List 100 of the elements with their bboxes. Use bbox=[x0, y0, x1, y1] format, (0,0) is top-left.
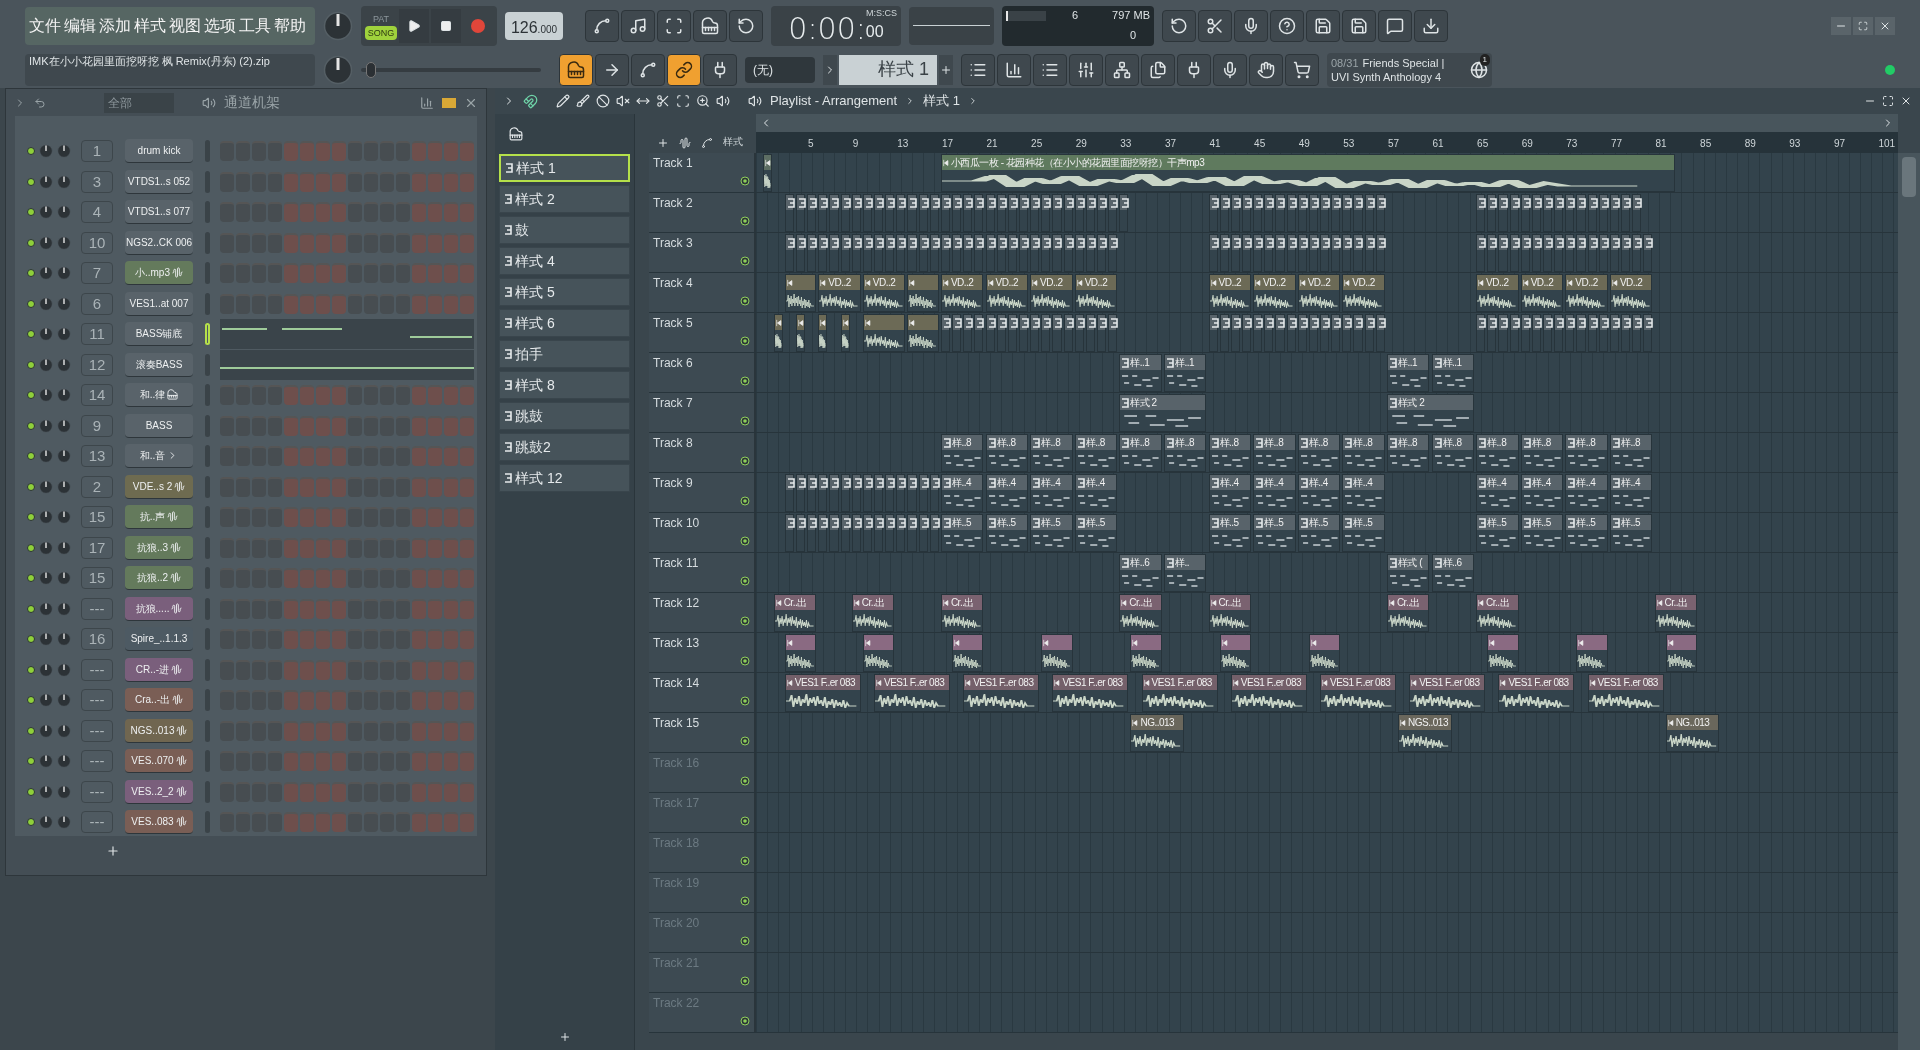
track-header[interactable]: Track 8 bbox=[649, 433, 754, 472]
channel-name-button[interactable]: VES..083 bbox=[125, 810, 193, 835]
track-lane[interactable]: 小西瓜一枚 - 花园种花（在小小的花园里面挖呀挖）干声mp3 bbox=[756, 153, 1898, 192]
playlist-clip[interactable]: 样..4 bbox=[985, 474, 1029, 512]
playlist-clip[interactable]: VD..2 bbox=[1476, 274, 1519, 312]
channel-name-button[interactable]: 抗狼..2 bbox=[125, 566, 193, 591]
playlist-clip[interactable]: Cr..出 bbox=[773, 594, 817, 632]
channel-name-button[interactable]: VDE..s 2 bbox=[125, 474, 193, 499]
mixer-track-number[interactable]: --- bbox=[81, 689, 113, 712]
playlist-clip[interactable]: 样..8 bbox=[1163, 434, 1207, 472]
channel-name-button[interactable]: VES..070 bbox=[125, 749, 193, 774]
playlist-clip[interactable]: 样..8 bbox=[940, 434, 984, 472]
news-panel[interactable]: 08/31 Friends Special | UVI Synth Anthology 4 1 bbox=[1327, 52, 1492, 87]
playlist-clip[interactable]: 样..6 bbox=[1431, 554, 1475, 592]
playlist-clip[interactable]: NGS..013 bbox=[1398, 714, 1452, 752]
pattern-breadcrumb[interactable]: 样式 1 bbox=[923, 91, 960, 111]
track-header[interactable]: Track 6 bbox=[649, 353, 754, 392]
playlist-clip[interactable]: VES1 F..er 083 bbox=[1230, 674, 1307, 712]
playlist-clip[interactable]: VD..2 bbox=[1030, 274, 1073, 312]
pattern-item[interactable]: 样式 6 bbox=[499, 309, 630, 337]
menu-item[interactable]: 工具 bbox=[239, 13, 271, 38]
playlist-clip[interactable]: Cr..出 bbox=[1654, 594, 1698, 632]
playlist-clip[interactable]: VD..2 bbox=[940, 274, 984, 312]
playlist-clip[interactable]: 样..5 bbox=[985, 514, 1029, 552]
channel-name-button[interactable]: 小..mp3 bbox=[125, 261, 193, 286]
track-lane[interactable]: VES1 F..er 083 VES1 F..er 083 VES1 F..er 083 VES1 F..er 083 VES1 F..er 083 VES1 F..er 083 VES1 F..er 083 VES1 F..er 083 VES1 F..er 083 VES1 F..er 083 bbox=[756, 673, 1898, 712]
mixer-track-number[interactable]: 10 bbox=[81, 231, 113, 254]
track-lane[interactable]: 样..6 样.. 样式 ( 样..6 bbox=[756, 553, 1898, 592]
playlist-clip[interactable]: VD..2 bbox=[1520, 274, 1564, 312]
mixer-track-number[interactable]: --- bbox=[81, 750, 113, 773]
playlist-clip[interactable]: 样..4 bbox=[1476, 474, 1519, 512]
playlist-clip[interactable]: 样..8 bbox=[1208, 434, 1252, 472]
playlist-clip[interactable]: 样..4 bbox=[1609, 474, 1653, 512]
channel-name-button[interactable]: BASS bbox=[125, 413, 193, 438]
playlist-clip[interactable]: VD..2 bbox=[818, 274, 861, 312]
mode-toggle[interactable]: PAT bbox=[365, 11, 397, 26]
playlist-clip[interactable]: VD..2 bbox=[1297, 274, 1341, 312]
playlist-clip[interactable]: 样..4 bbox=[1342, 474, 1385, 512]
playlist-clip[interactable]: 样..8 bbox=[1476, 434, 1519, 472]
playlist-clip[interactable]: 样..4 bbox=[1208, 474, 1252, 512]
playlist-clip[interactable]: VES1 F..er 083 bbox=[1141, 674, 1218, 712]
playlist-clip[interactable]: 样..8 bbox=[1297, 434, 1341, 472]
mixer-track-number[interactable]: 17 bbox=[81, 536, 113, 559]
track-lane[interactable]: 样..5 样..5 样..5 样..5 样..5 样..5 样..5 样..5 样..5 样..5 样..5 样..5 bbox=[756, 513, 1898, 552]
mixer-track-number[interactable]: 16 bbox=[81, 628, 113, 651]
playlist-clip[interactable]: 样..5 bbox=[1074, 514, 1118, 552]
playlist-clip[interactable]: 样..5 bbox=[1208, 514, 1252, 552]
channel-name-button[interactable]: 和..律 bbox=[125, 383, 193, 408]
playlist-clip[interactable]: 样..5 bbox=[1565, 514, 1608, 552]
channel-name-button[interactable]: NGS2..CK 006 bbox=[125, 230, 193, 255]
channel-name-button[interactable]: BASS铺底 bbox=[125, 322, 193, 347]
mixer-track-number[interactable]: 15 bbox=[81, 506, 113, 529]
channel-name-button[interactable]: 抗..声 bbox=[125, 505, 193, 530]
track-header[interactable]: Track 13 bbox=[649, 633, 754, 672]
playlist-clip[interactable]: 样..5 bbox=[1253, 514, 1296, 552]
time-ruler[interactable]: 5 9 13 17 21 25 29 33 37 41 45 49 53 57 61 65 69 73 77 81 85 89 93 97 101 bbox=[756, 132, 1898, 153]
pattern-item[interactable]: 样式 2 bbox=[499, 185, 630, 213]
playlist-clip[interactable]: 样..1 bbox=[1431, 354, 1475, 392]
track-header[interactable]: Track 9 bbox=[649, 473, 754, 512]
playlist-clip[interactable]: 样..4 bbox=[1520, 474, 1564, 512]
playlist-clip[interactable]: 样..1 bbox=[1163, 354, 1207, 392]
playlist-clip[interactable]: 样..5 bbox=[940, 514, 984, 552]
playlist-clip[interactable]: 样..8 bbox=[985, 434, 1029, 472]
playlist-clip[interactable]: 样..4 bbox=[1030, 474, 1073, 512]
channel-name-button[interactable]: 抗狼..... bbox=[125, 596, 193, 621]
mixer-track-number[interactable]: 6 bbox=[81, 292, 113, 315]
channel-name-button[interactable]: NGS..013 bbox=[125, 718, 193, 743]
pattern-item[interactable]: 样式 8 bbox=[499, 371, 630, 399]
playlist-clip[interactable]: 样..8 bbox=[1565, 434, 1608, 472]
menu-item[interactable]: 文件 bbox=[29, 13, 61, 38]
channel-name-button[interactable]: 和..音 bbox=[125, 444, 193, 469]
menu-item[interactable]: 选项 bbox=[204, 13, 236, 38]
track-lane[interactable]: 样..1 样..1 样..1 样..1 bbox=[756, 353, 1898, 392]
playlist-clip[interactable]: Cr..出 bbox=[1476, 594, 1519, 632]
playlist-clip[interactable]: 样..8 bbox=[1386, 434, 1430, 472]
playlist-clip[interactable]: VD..2 bbox=[1565, 274, 1608, 312]
playlist-clip[interactable]: 样..8 bbox=[1520, 434, 1564, 472]
playlist-clip[interactable]: VES1 F..er 083 bbox=[1409, 674, 1486, 712]
playlist-clip[interactable]: Cr..出 bbox=[1208, 594, 1252, 632]
playlist-clip[interactable]: VD..2 bbox=[985, 274, 1029, 312]
playlist-clip[interactable]: 样.. bbox=[1163, 554, 1207, 592]
track-header[interactable]: Track 1 bbox=[649, 153, 754, 192]
mixer-track-number[interactable]: --- bbox=[81, 658, 113, 681]
pattern-item[interactable]: 样式 5 bbox=[499, 278, 630, 306]
track-header[interactable]: Track 5 bbox=[649, 313, 754, 352]
pattern-item[interactable]: 鼓 bbox=[499, 216, 630, 244]
channel-name-button[interactable]: drum kick bbox=[125, 139, 193, 164]
playlist-clip[interactable]: VES1 F..er 083 bbox=[1498, 674, 1575, 712]
track-lane[interactable]: 样..4 样..4 样..4 样..4 样..4 样..4 样..4 样..4 样..4 样..4 样..4 样..4 bbox=[756, 473, 1898, 512]
track-lane[interactable]: 样式 2 样式 2 bbox=[756, 393, 1898, 432]
playlist-clip[interactable]: NG..013 bbox=[1130, 714, 1185, 752]
playlist-clip[interactable]: VD..2 bbox=[1074, 274, 1118, 312]
playlist-clip[interactable]: VES1 F..er 083 bbox=[874, 674, 951, 712]
playlist-clip[interactable]: VD..2 bbox=[1208, 274, 1252, 312]
mixer-track-number[interactable]: 14 bbox=[81, 384, 113, 407]
playlist-clip[interactable]: 样..5 bbox=[1609, 514, 1653, 552]
pattern-item[interactable]: 跳鼓2 bbox=[499, 433, 630, 461]
track-lane[interactable]: 样..8 样..8 样..8 样..8 样..8 样..8 样..8 样..8 样..8 样..8 样..8 样..8 样..8 样..8 样..8 样..8 bbox=[756, 433, 1898, 472]
playlist-clip[interactable]: 样..8 bbox=[1609, 434, 1653, 472]
mixer-track-number[interactable]: 12 bbox=[81, 353, 113, 376]
